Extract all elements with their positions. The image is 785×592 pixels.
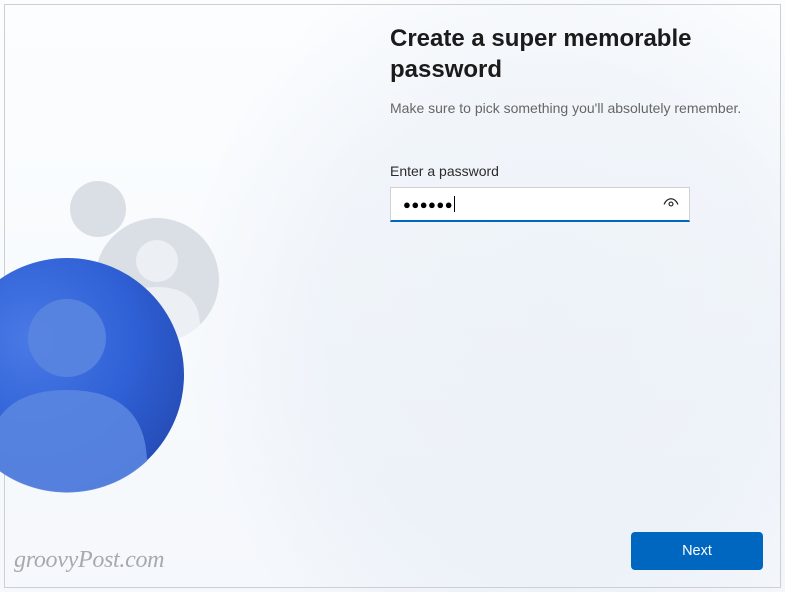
password-input[interactable]: ●●●●●● bbox=[390, 187, 690, 222]
watermark-text: groovyPost.com bbox=[14, 547, 164, 574]
page-subtitle: Make sure to pick something you'll absol… bbox=[390, 99, 745, 119]
eye-icon bbox=[662, 195, 680, 213]
text-caret bbox=[454, 196, 455, 212]
content-area: Create a super memorable password Make s… bbox=[390, 24, 745, 222]
password-label: Enter a password bbox=[390, 163, 690, 179]
page-title: Create a super memorable password bbox=[390, 24, 745, 85]
password-field-group: Enter a password ●●●●●● bbox=[390, 163, 690, 222]
reveal-password-button[interactable] bbox=[659, 192, 683, 216]
next-button[interactable]: Next bbox=[631, 532, 763, 570]
password-masked-value: ●●●●●● bbox=[403, 188, 455, 220]
